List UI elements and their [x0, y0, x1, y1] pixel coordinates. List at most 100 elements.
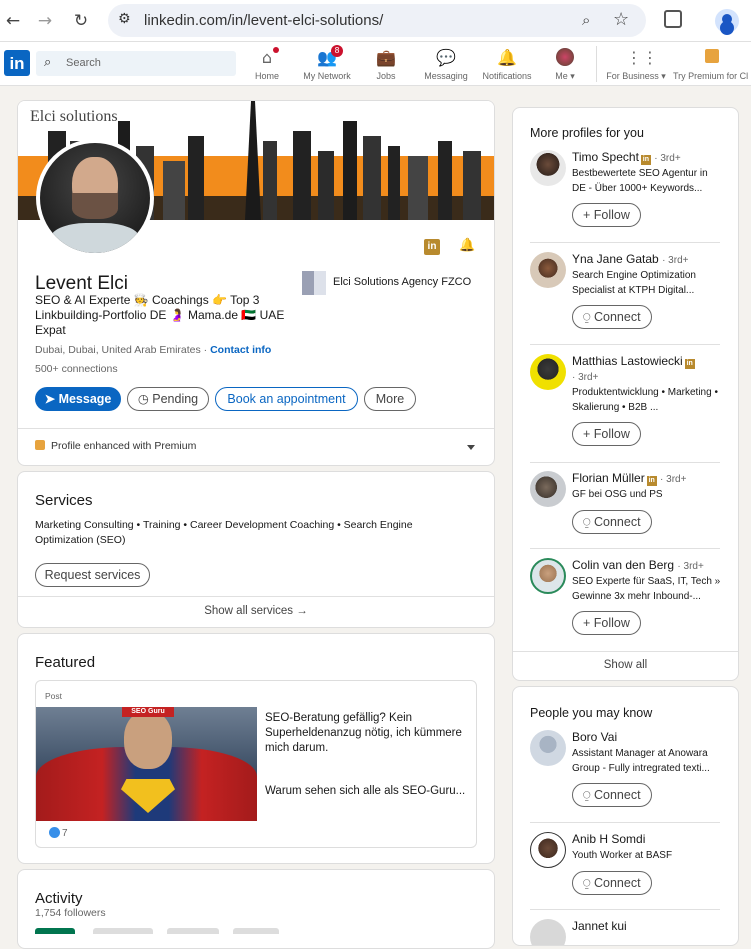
- profile-location: Dubai, Dubai, United Arab Emirates · Con…: [35, 344, 272, 356]
- avatar[interactable]: [530, 471, 566, 507]
- suggestion-name[interactable]: Timo Specht in · 3rd+: [572, 150, 681, 165]
- banner-logo-text: Elci solutions: [30, 108, 118, 125]
- avatar[interactable]: [530, 150, 566, 186]
- profile-suggestion[interactable]: Colin van den Berg · 3rd+ SEO Experte fü…: [530, 558, 730, 642]
- pending-button[interactable]: ◷ Pending: [127, 387, 209, 411]
- connect-button[interactable]: ⍜ Connect: [572, 305, 652, 329]
- post-text: SEO-Beratung gefällig? Kein Superheldena…: [265, 712, 462, 754]
- connections-count[interactable]: 500+ connections: [35, 363, 118, 375]
- profile-suggestion[interactable]: Matthias Lastowiecki in · 3rd+ Produktentw…: [530, 354, 730, 446]
- show-all-services-link[interactable]: Show all services →: [18, 605, 494, 617]
- linkedin-logo[interactable]: in: [4, 50, 30, 76]
- profile-suggestion[interactable]: Florian Müller in · 3rd+ GF bei OSG und P…: [530, 471, 730, 541]
- browser-profile-icon[interactable]: [715, 9, 739, 33]
- seo-guru-headband: SEO Guru: [122, 707, 174, 717]
- nav-notifications[interactable]: 🔔 Notifications: [476, 46, 538, 82]
- url-text: linkedin.com/in/levent-elci-solutions/: [144, 12, 384, 29]
- suggestion-name[interactable]: Colin van den Berg · 3rd+: [572, 558, 704, 572]
- follow-button[interactable]: + Follow: [572, 611, 641, 635]
- featured-title: Featured: [35, 654, 96, 671]
- profile-suggestion[interactable]: Anib H Somdi Youth Worker at BASF ⍜ Conn…: [530, 832, 730, 902]
- avatar[interactable]: [530, 832, 566, 868]
- nav-notifications-label: Notifications: [482, 71, 532, 81]
- suggestion-name[interactable]: Anib H Somdi: [572, 832, 645, 846]
- show-all-profiles-link[interactable]: Show all: [513, 659, 738, 671]
- suggestion-name[interactable]: Matthias Lastowiecki in: [572, 354, 695, 369]
- network-badge: 8: [331, 45, 343, 57]
- avatar[interactable]: [530, 252, 566, 288]
- avatar[interactable]: [530, 730, 566, 766]
- suggestion-name[interactable]: Jannet kui: [572, 919, 627, 933]
- company-link[interactable]: Elci Solutions Agency FZCO: [302, 271, 492, 295]
- reload-icon[interactable]: ↻: [68, 8, 94, 34]
- briefcase-icon: 💼: [376, 48, 396, 67]
- premium-linkedin-icon: in: [424, 239, 440, 255]
- profile-suggestion[interactable]: Jannet kui: [530, 919, 730, 945]
- follow-button[interactable]: + Follow: [572, 203, 641, 227]
- home-icon: ⌂: [257, 47, 279, 68]
- divider: [530, 909, 720, 910]
- nav-jobs[interactable]: 💼 Jobs: [355, 46, 417, 82]
- bell-icon[interactable]: 🔔: [459, 238, 475, 254]
- try-premium-label: Try Premium for Cl: [673, 71, 749, 81]
- premium-enhanced-row[interactable]: Profile enhanced with Premium: [35, 440, 196, 452]
- profile-suggestion[interactable]: Timo Specht in · 3rd+ Bestbewertete SEO A…: [530, 150, 730, 234]
- message-bubble-icon: 💬: [436, 48, 456, 67]
- divider: [530, 462, 720, 463]
- nav-messaging[interactable]: 💬 Messaging: [415, 46, 477, 82]
- more-profiles-card: More profiles for you Timo Specht in · 3r…: [512, 107, 739, 681]
- forward-arrow-icon[interactable]: →: [32, 8, 58, 34]
- address-bar[interactable]: ⚙ linkedin.com/in/levent-elci-solutions/…: [108, 4, 646, 37]
- connect-button[interactable]: ⍜ Connect: [572, 871, 652, 895]
- nav-divider: [596, 46, 597, 82]
- profile-suggestion[interactable]: Boro Vai Assistant Manager at Anowara Gr…: [530, 730, 730, 814]
- message-button[interactable]: ➤ Message: [35, 387, 121, 411]
- suggestion-name[interactable]: Boro Vai: [572, 730, 617, 744]
- suggestion-name[interactable]: Yna Jane Gatab · 3rd+: [572, 252, 688, 266]
- post-likes[interactable]: 7: [49, 827, 68, 839]
- search-input[interactable]: ⌕ Search: [36, 51, 236, 76]
- connect-button[interactable]: ⍜ Connect: [572, 783, 652, 807]
- bookmark-star-icon[interactable]: ☆: [613, 9, 629, 30]
- divider: [530, 242, 720, 243]
- post-title: Warum sehen sich alle als SEO-Guru...: [265, 785, 466, 797]
- follow-button[interactable]: + Follow: [572, 422, 641, 446]
- profile-avatar[interactable]: [36, 139, 154, 257]
- premium-icon: [35, 440, 45, 450]
- featured-post[interactable]: Post SEO Guru SEO-Beratung gefällig? Kei…: [35, 680, 477, 848]
- nav-try-premium[interactable]: Try Premium for Cl: [673, 46, 751, 82]
- zoom-icon[interactable]: ⌕: [582, 11, 590, 29]
- nav-home[interactable]: ⌂ Home: [236, 46, 298, 82]
- connect-button[interactable]: ⍜ Connect: [572, 510, 652, 534]
- pymk-title: People you may know: [530, 706, 653, 720]
- site-info-icon[interactable]: ⚙: [118, 11, 131, 27]
- people-you-may-know-card: People you may know Boro Vai Assistant M…: [512, 686, 739, 946]
- services-list: Marketing Consulting • Training • Career…: [35, 519, 413, 546]
- nav-home-label: Home: [254, 71, 279, 81]
- book-appointment-button[interactable]: Book an appointment: [215, 387, 358, 411]
- activity-title: Activity: [35, 890, 83, 907]
- profile-headline: SEO & AI Experte 🧑‍🍳 Coachings 👉 Top 3 L…: [35, 293, 285, 337]
- profile-suggestion[interactable]: Yna Jane Gatab · 3rd+ Search Engine Opti…: [530, 252, 730, 336]
- back-arrow-icon[interactable]: ←: [0, 8, 26, 34]
- chevron-down-icon[interactable]: [467, 445, 475, 450]
- more-button[interactable]: More: [364, 387, 416, 411]
- search-placeholder: Search: [66, 57, 101, 69]
- nav-me[interactable]: Me ▾: [534, 46, 596, 82]
- like-icon: [49, 827, 60, 838]
- suggestion-name[interactable]: Florian Müller in · 3rd+: [572, 471, 686, 486]
- avatar[interactable]: [530, 919, 566, 945]
- nav-jobs-label: Jobs: [376, 71, 396, 81]
- nav-my-network[interactable]: 👥 8 My Network: [296, 45, 358, 82]
- suggestion-headline: Youth Worker at BASF: [572, 850, 673, 861]
- extensions-icon[interactable]: [664, 10, 682, 28]
- nav-for-business[interactable]: ⋮⋮ For Business ▾: [603, 46, 669, 82]
- avatar[interactable]: [530, 354, 566, 390]
- suggestion-headline: Search Engine Optimization Specialist at…: [572, 270, 696, 296]
- avatar[interactable]: [530, 558, 566, 594]
- featured-card: Featured Post SEO Guru SEO-Beratung gefä…: [17, 633, 495, 864]
- request-services-button[interactable]: Request services: [35, 563, 150, 587]
- contact-info-link[interactable]: Contact info: [210, 344, 271, 356]
- services-card: Services Marketing Consulting • Training…: [17, 471, 495, 628]
- suggestion-headline: Bestbewertete SEO Agentur in DE - Über 1…: [572, 168, 708, 194]
